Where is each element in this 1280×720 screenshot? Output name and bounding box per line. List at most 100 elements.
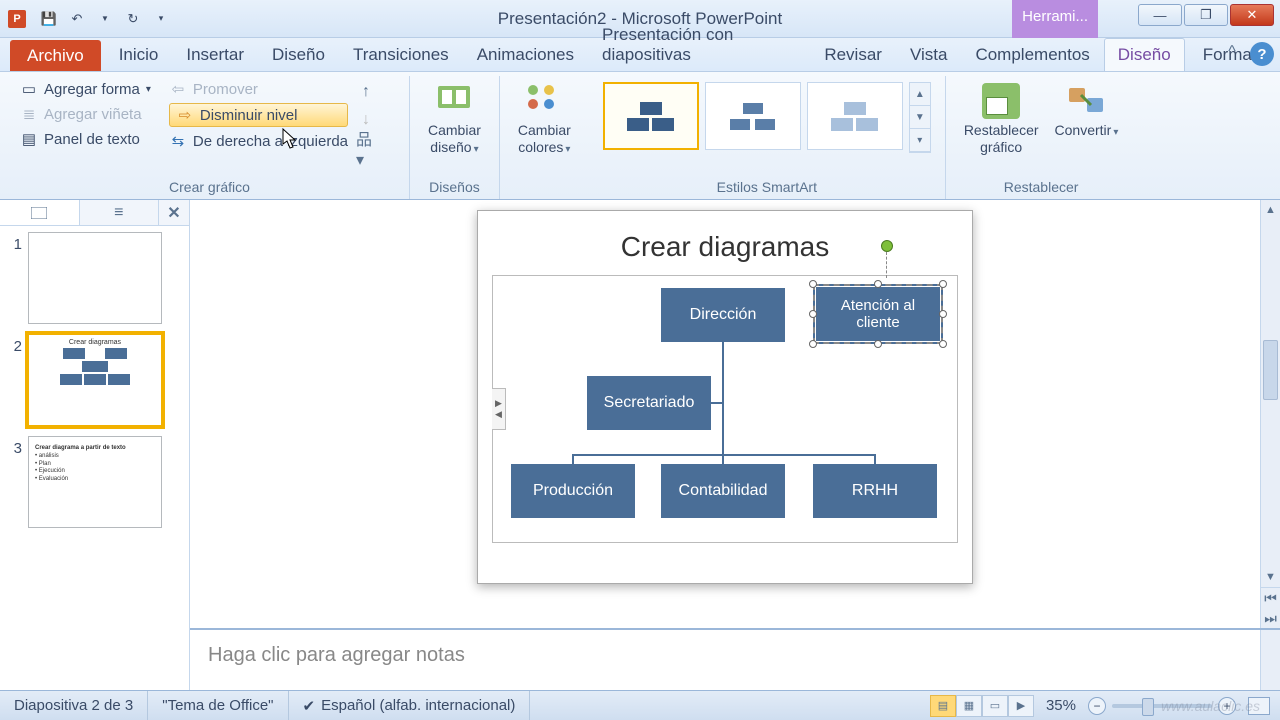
undo-dropdown-icon[interactable]: ▼ [94,8,116,30]
style-item-3[interactable] [807,82,903,150]
org-box-contabilidad[interactable]: Contabilidad [661,464,785,518]
rtl-button[interactable]: ⇆ De derecha a izquierda [169,130,348,152]
view-sorter-icon[interactable]: ▦ [956,695,982,717]
layout-dropdown-icon[interactable]: 品▾ [356,138,376,158]
undo-icon[interactable]: ↶ [66,8,88,30]
reset-label2: gráfico [980,139,1022,156]
status-theme[interactable]: "Tema de Office" [148,691,288,720]
scroll-thumb[interactable] [1263,340,1278,400]
change-layout-icon [434,82,474,120]
vertical-scrollbar[interactable]: ▲ ▼ ⏮ ⏭ [1260,200,1280,628]
promote-button[interactable]: ⇦ Promover [169,78,348,100]
scroll-up-icon[interactable]: ▲ [1261,200,1280,220]
tab-design[interactable]: Diseño [258,38,339,71]
slide-canvas-area[interactable]: Crear diagramas ▶◀ Dirección Atención al… [190,200,1260,628]
close-button[interactable]: ✕ [1230,4,1274,26]
tab-home[interactable]: Inicio [105,38,173,71]
status-language[interactable]: ✔ Español (alfab. internacional) [289,691,531,720]
zoom-out-icon[interactable]: − [1088,697,1106,715]
view-slideshow-icon[interactable]: ▶ [1008,695,1034,717]
convert-button[interactable]: Convertir [1047,78,1127,156]
panel-close-icon[interactable]: ✕ [159,200,189,225]
tab-addins[interactable]: Complementos [961,38,1103,71]
org-box-atencion[interactable]: Atención al cliente [813,284,943,344]
rotation-handle[interactable] [881,240,893,252]
slide-nav-buttons: ⏮ ⏭ [1261,587,1280,628]
smartart-frame[interactable]: ▶◀ Dirección Atención al cliente [492,275,958,543]
slide[interactable]: Crear diagramas ▶◀ Dirección Atención al… [477,210,973,584]
add-shape-label: Agregar forma [44,81,140,98]
tab-view[interactable]: Vista [896,38,962,71]
notes-pane[interactable]: Haga clic para agregar notas [190,628,1280,690]
add-bullet-button[interactable]: ≣ Agregar viñeta [20,103,151,125]
group-colors: Cambiar colores [500,76,589,199]
help-icon[interactable]: ? [1250,42,1274,66]
thumbnail-1[interactable] [28,232,162,324]
style-gallery: ▲ ▼ ▾ [599,78,935,153]
group-label-styles: Estilos SmartArt [599,177,935,199]
notes-scrollbar[interactable] [1260,630,1280,690]
gallery-more-icon[interactable]: ▾ [910,129,930,152]
prev-slide-icon[interactable]: ⏮ [1261,588,1280,608]
add-shape-button[interactable]: ▭ Agregar forma ▾ [20,78,151,100]
minimize-button[interactable]: — [1138,4,1182,26]
thumbnail-2[interactable]: Crear diagramas [28,334,162,426]
tab-transitions[interactable]: Transiciones [339,38,463,71]
thumbnail-row-1: 1 [4,232,185,324]
gallery-down-icon[interactable]: ▼ [910,106,930,129]
gallery-up-icon[interactable]: ▲ [910,83,930,106]
demote-icon: ⇨ [176,106,194,124]
group-label-reset: Restablecer [956,177,1127,199]
reset-graphic-icon [981,82,1021,120]
panel-tab-outline[interactable]: ≡ [80,200,160,225]
tab-smartart-design[interactable]: Diseño [1104,38,1185,71]
move-up-icon[interactable]: ↑ [356,82,376,102]
thumb3-b3: • Ejecución [35,468,155,476]
thumb3-b1: • análisis [35,453,155,461]
text-pane-icon: ▤ [20,130,38,148]
org-box-direccion[interactable]: Dirección [661,288,785,342]
maximize-button[interactable]: ❐ [1184,4,1228,26]
view-normal-icon[interactable]: ▤ [930,695,956,717]
change-colors-label2: colores [518,139,570,156]
change-layout-label1: Cambiar [428,122,481,139]
contextual-tab-smartart-tools[interactable]: Herrami... [1012,0,1098,38]
tab-review[interactable]: Revisar [810,38,896,71]
app-icon[interactable]: P [8,10,26,28]
change-layout-button[interactable]: Cambiar diseño [420,78,489,156]
thumbnails-list: 1 2 Crear diagramas 3 Crea [0,226,189,544]
tab-file[interactable]: Archivo [10,40,101,71]
spellcheck-icon: ✔ [303,697,316,715]
reset-graphic-button[interactable]: Restablecer gráfico [956,78,1047,156]
view-reading-icon[interactable]: ▭ [982,695,1008,717]
tab-animations[interactable]: Animaciones [463,38,588,71]
change-colors-icon [524,82,564,120]
redo-icon[interactable]: ↻ [122,8,144,30]
ribbon-collapse-icon[interactable]: ^ [1222,42,1242,62]
thumb-number: 1 [4,232,22,253]
scroll-down-icon[interactable]: ▼ [1261,567,1280,587]
org-box-rrhh[interactable]: RRHH [813,464,937,518]
org-box-produccion[interactable]: Producción [511,464,635,518]
window-controls: — ❐ ✕ [1138,4,1274,26]
convert-label: Convertir [1055,122,1119,139]
thumbnail-3[interactable]: Crear diagrama a partir de texto • análi… [28,436,162,528]
demote-button[interactable]: ⇨ Disminuir nivel [169,103,348,127]
save-icon[interactable]: 💾 [38,8,60,30]
tab-insert[interactable]: Insertar [172,38,258,71]
slide-thumbnails-panel: ≡ ✕ 1 2 Crear diagramas 3 [0,200,190,690]
tab-slideshow[interactable]: Presentación con diapositivas [588,18,810,71]
org-box-secretariado[interactable]: Secretariado [587,376,711,430]
panel-tab-slides[interactable] [0,200,80,225]
style-item-1[interactable] [603,82,699,150]
zoom-value[interactable]: 35% [1046,697,1076,714]
style-item-2[interactable] [705,82,801,150]
next-slide-icon[interactable]: ⏭ [1261,608,1280,628]
qat-customize-icon[interactable]: ▾ [150,8,172,30]
slide-title[interactable]: Crear diagramas [478,211,972,271]
scroll-track[interactable] [1261,220,1280,567]
status-slide-number[interactable]: Diapositiva 2 de 3 [0,691,148,720]
org-chart: Dirección Atención al cliente [493,276,957,542]
change-colors-button[interactable]: Cambiar colores [510,78,579,156]
text-pane-button[interactable]: ▤ Panel de texto [20,128,151,150]
